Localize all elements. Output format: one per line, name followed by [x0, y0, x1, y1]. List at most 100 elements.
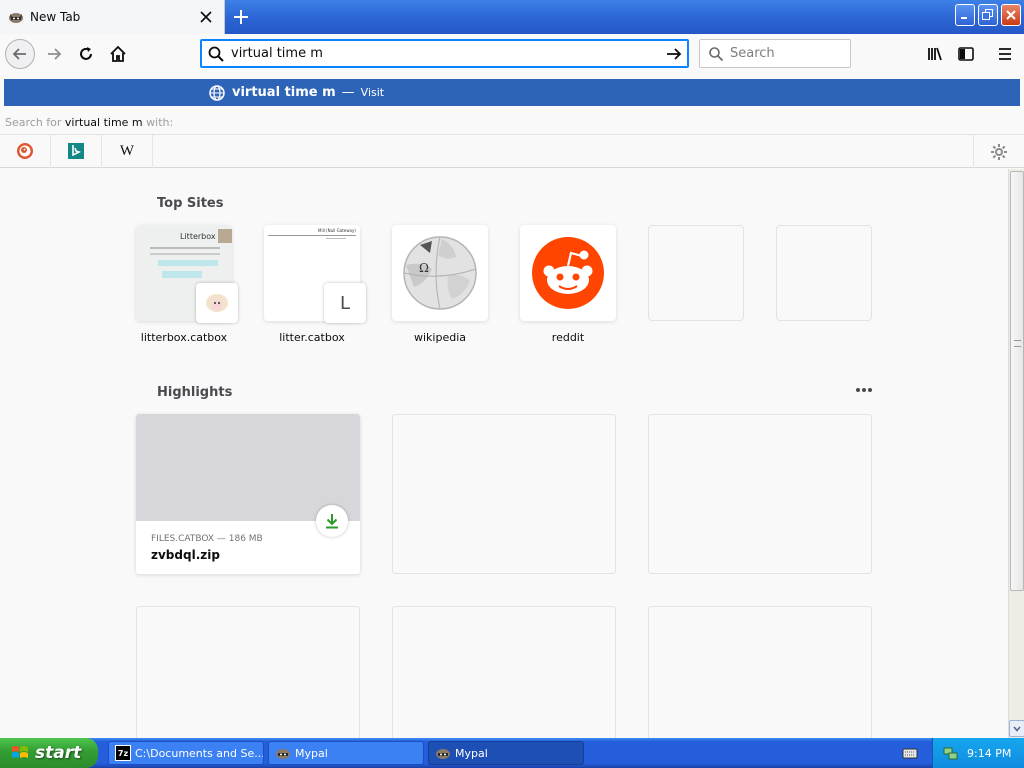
minimize-icon — [961, 17, 967, 19]
keyboard-icon[interactable] — [902, 745, 918, 761]
url-input[interactable]: virtual time m — [231, 46, 664, 61]
close-icon — [1006, 10, 1016, 20]
hamburger-menu-icon — [999, 48, 1011, 60]
restore-button[interactable] — [978, 4, 998, 26]
search-bar[interactable]: Search — [699, 39, 851, 68]
taskbar: start 7z C:\Documents and Se... Mypal My… — [0, 738, 1024, 768]
new-tab-page: Top Sites Litterbox litterbox.catbox Mil… — [0, 169, 1008, 738]
plus-icon — [234, 10, 248, 24]
new-tab-button[interactable] — [228, 4, 254, 30]
highlight-placeholder — [136, 606, 360, 738]
gear-icon — [991, 143, 1007, 160]
search-icon — [709, 46, 724, 61]
top-sites-heading: Top Sites — [157, 196, 224, 211]
wikipedia-w-icon: W — [119, 142, 135, 159]
raccoon-icon — [9, 13, 23, 23]
tile-badge: L — [324, 283, 366, 323]
windows-flag-icon — [12, 746, 28, 758]
taskbar-item-label: Mypal — [295, 746, 328, 760]
back-button[interactable] — [5, 39, 35, 69]
suggestion-title: virtual time m — [232, 85, 336, 100]
top-site-label: litterbox.catbox — [140, 331, 228, 344]
top-site-label: litter.catbox — [279, 331, 345, 344]
close-window-button[interactable] — [1001, 4, 1021, 26]
chevron-down-icon — [1013, 726, 1021, 732]
engine-bing[interactable] — [51, 134, 102, 168]
7zip-icon: 7z — [115, 745, 131, 761]
search-for-query: virtual time m — [64, 116, 143, 129]
arrow-right-icon — [48, 48, 62, 60]
taskbar-item-mypal[interactable]: Mypal — [268, 741, 424, 765]
top-site-placeholder — [776, 225, 872, 321]
autocomplete-suggestion[interactable]: virtual time m — Visit — [4, 79, 1020, 106]
menu-button[interactable] — [990, 39, 1020, 69]
top-site-tile-reddit[interactable] — [520, 225, 616, 321]
start-button[interactable]: start — [0, 738, 98, 768]
scroll-down-button[interactable] — [1009, 720, 1024, 737]
one-off-search-engines: W — [0, 134, 1024, 168]
mypal-icon — [436, 749, 450, 759]
search-for-label: Search for virtual time m with: — [0, 112, 1024, 134]
scrollbar-thumb[interactable] — [1010, 171, 1024, 591]
vertical-scrollbar[interactable] — [1008, 169, 1024, 738]
preview-heading: Mill (Null Gateway) — [318, 228, 356, 233]
tab-new-tab[interactable]: New Tab — [0, 0, 225, 34]
more-dots-icon — [856, 388, 872, 392]
start-label: start — [35, 743, 82, 763]
top-site-label: wikipedia — [413, 331, 466, 344]
highlight-type-badge — [316, 505, 348, 537]
taskbar-item-label: C:\Documents and Se... — [135, 746, 264, 760]
reload-icon — [80, 47, 92, 60]
search-for-suffix: with: — [146, 116, 174, 129]
engine-wikipedia[interactable]: W — [102, 134, 153, 168]
taskbar-item-label: Mypal — [455, 746, 488, 760]
go-arrow-icon[interactable] — [664, 44, 684, 64]
preview-heading: Litterbox — [180, 232, 216, 241]
clock[interactable]: 9:14 PM — [967, 747, 1011, 760]
sidebar-toggle-button[interactable] — [951, 39, 981, 69]
highlight-placeholder — [648, 606, 872, 738]
highlight-placeholder — [648, 414, 872, 574]
home-button[interactable] — [103, 39, 133, 69]
suggestion-separator: — — [341, 85, 355, 100]
download-icon — [326, 514, 338, 529]
search-settings-button[interactable] — [973, 135, 1024, 168]
duckduckgo-icon — [17, 143, 33, 159]
search-input[interactable]: Search — [730, 46, 775, 61]
tab-title: New Tab — [30, 10, 81, 24]
library-icon — [928, 47, 942, 61]
engine-duckduckgo[interactable] — [0, 134, 51, 168]
minimize-button[interactable] — [955, 4, 975, 26]
suggestion-action: Visit — [360, 86, 385, 99]
highlight-placeholder — [392, 606, 616, 738]
highlight-card-download[interactable]: FILES.CATBOX — 186 MB zvbdql.zip — [136, 414, 360, 574]
globe-icon — [209, 84, 225, 101]
taskbar-item-mypal-active[interactable]: Mypal — [428, 741, 584, 765]
close-tab-icon[interactable] — [198, 9, 214, 25]
bing-icon — [68, 143, 84, 159]
arrow-left-icon — [12, 48, 26, 60]
top-site-label: reddit — [551, 331, 585, 344]
home-icon — [110, 45, 126, 62]
sheep-icon — [206, 294, 228, 312]
restore-icon — [982, 9, 993, 20]
reddit-icon — [532, 237, 604, 309]
sidebar-icon — [958, 47, 974, 61]
navigation-toolbar: virtual time m Search — [0, 34, 1024, 74]
wikipedia-glyph: Ω — [419, 261, 429, 275]
title-bar: New Tab — [0, 0, 1024, 34]
url-bar[interactable]: virtual time m — [200, 39, 689, 68]
highlight-placeholder — [392, 414, 616, 574]
network-icon[interactable] — [943, 745, 959, 761]
tile-badge — [196, 283, 238, 323]
forward-button[interactable] — [39, 39, 69, 69]
highlights-more-button[interactable] — [852, 381, 876, 399]
highlight-source: FILES.CATBOX — 186 MB — [151, 534, 263, 544]
highlights-heading: Highlights — [157, 385, 233, 400]
mypal-icon — [276, 749, 290, 759]
reload-button[interactable] — [71, 39, 101, 69]
top-site-tile-wikipedia[interactable]: Ω — [392, 225, 488, 321]
library-button[interactable] — [920, 39, 950, 69]
search-for-prefix: Search for — [5, 116, 62, 129]
taskbar-item-explorer[interactable]: 7z C:\Documents and Se... — [108, 741, 264, 765]
